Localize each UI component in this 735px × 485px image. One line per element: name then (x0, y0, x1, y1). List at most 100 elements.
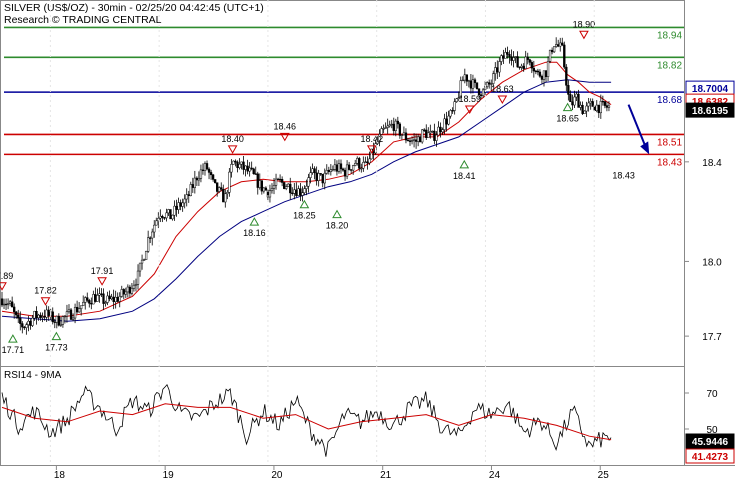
candle-body (358, 158, 361, 169)
candle-body (161, 215, 164, 218)
candle-body (607, 105, 611, 108)
candle-body (510, 56, 513, 61)
candle-body (528, 59, 531, 63)
candle-body (597, 104, 600, 114)
candle-body (250, 167, 253, 170)
candle-body (75, 306, 79, 313)
peak-label-5: 18.42 (361, 134, 384, 144)
candle-body (124, 291, 127, 295)
candle-body (222, 189, 225, 203)
candle-body (289, 183, 292, 194)
candle-body (577, 93, 580, 108)
candle-body (475, 82, 479, 90)
candle-body (242, 161, 245, 170)
candle-body (71, 317, 75, 320)
candle-body (92, 294, 95, 305)
candle-body (102, 293, 105, 304)
candle-body (94, 294, 97, 302)
candle-body (538, 71, 542, 77)
candle-body (193, 177, 196, 188)
chart-subtitle: Research © TRADING CENTRAL (4, 14, 162, 26)
candle-body (449, 110, 452, 117)
candle-body (473, 79, 477, 83)
candle-body (65, 311, 69, 317)
candle-body (240, 161, 243, 165)
candle-body (280, 179, 284, 183)
end-price-label: 18.43 (612, 170, 635, 180)
candle-body (552, 46, 556, 53)
candle-body (567, 85, 570, 95)
candle-body (51, 311, 54, 323)
candle-body (175, 205, 178, 210)
candle-body (447, 115, 450, 125)
forecast-arrow-shaft (627, 104, 648, 149)
candle-body (404, 132, 408, 141)
candle-body (128, 286, 132, 294)
candle-body (0, 298, 4, 306)
candle-body (61, 316, 65, 325)
candle-body (498, 61, 501, 73)
candle-body (416, 136, 420, 142)
candle-body (258, 180, 261, 188)
candle-body (69, 309, 73, 320)
candle-body (352, 165, 355, 171)
candle-body (408, 140, 412, 142)
x-tick-label-2: 20 (271, 470, 283, 480)
candle-body (309, 172, 312, 178)
candle-body (96, 295, 99, 302)
candle-body (601, 100, 605, 103)
candle-body (10, 301, 14, 308)
candle-body (402, 132, 406, 136)
candle-body (343, 169, 347, 177)
candle-body (325, 169, 328, 174)
candle-body (536, 70, 540, 73)
candle-body (341, 168, 345, 171)
candle-body (149, 237, 152, 239)
peak-label-0: 17.89 (0, 271, 13, 281)
candle-body (88, 300, 91, 304)
candle-body (522, 65, 525, 69)
candle-body (585, 105, 588, 112)
candle-body (384, 127, 387, 129)
candle-body (104, 302, 107, 304)
candle-body (486, 82, 489, 87)
candle-body (63, 315, 67, 318)
candle-body (502, 55, 505, 59)
candle-body (35, 311, 38, 318)
candle-body (8, 301, 12, 304)
x-tick-label-0: 18 (54, 470, 66, 480)
peak-label-8: 18.90 (573, 19, 596, 29)
candle-body (155, 220, 158, 226)
candle-body (492, 73, 495, 84)
candle-body (514, 56, 517, 58)
candle-body (246, 165, 249, 172)
candle-body (394, 120, 397, 131)
candle-body (29, 320, 32, 326)
candle-body (197, 178, 201, 181)
candle-body (189, 184, 192, 196)
candle-body (483, 86, 487, 91)
candle-body (167, 209, 170, 214)
candle-body (331, 169, 335, 171)
candle-body (504, 52, 507, 59)
candle-body (433, 130, 436, 141)
candle-body (274, 178, 278, 186)
candle-body (581, 104, 584, 114)
trough-label-11: 18.16 (243, 228, 266, 238)
x-tick-label-3: 21 (380, 470, 392, 480)
level-label-3: 18.51 (657, 137, 682, 148)
candle-body (232, 160, 235, 165)
candle-body (591, 101, 594, 107)
candle-body (333, 164, 337, 170)
candle-body (569, 94, 572, 103)
peak-marker-7 (497, 95, 508, 105)
chart-title: SILVER (US$/OZ) - 30min - 02/25/20 04:42… (4, 2, 264, 14)
candle-body (520, 65, 523, 68)
candle-body (171, 214, 174, 220)
candle-body (319, 173, 322, 175)
candle-body (118, 296, 121, 302)
candle-body (299, 188, 302, 196)
candle-body (427, 132, 430, 138)
candle-body (390, 123, 393, 126)
price-badge-label-0: 18.7004 (692, 84, 729, 95)
